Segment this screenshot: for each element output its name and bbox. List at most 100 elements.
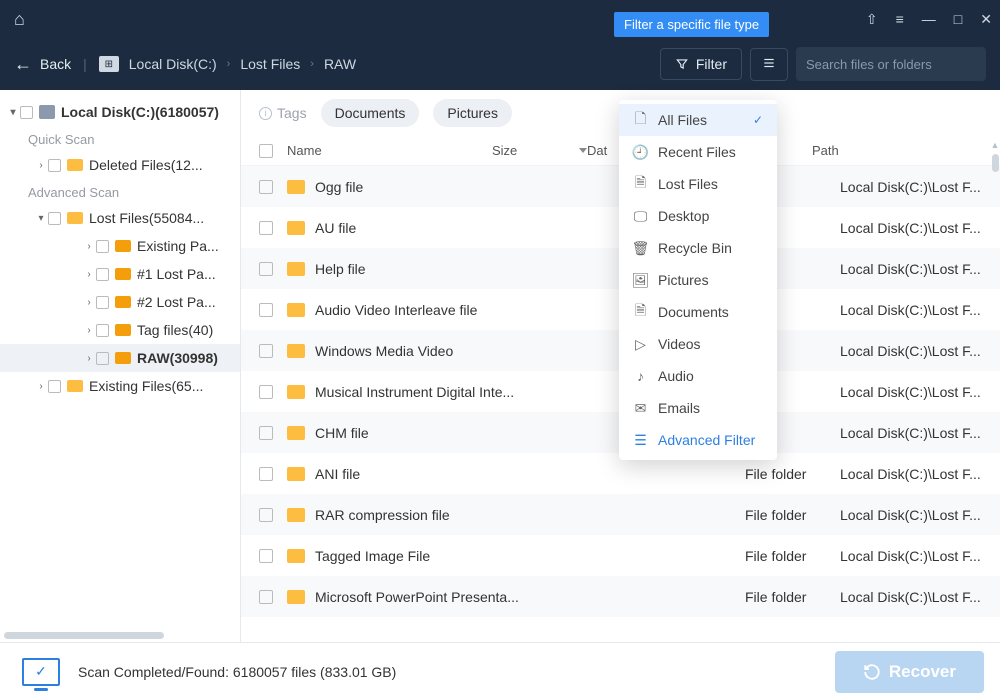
recover-button[interactable]: Recover [835,651,984,693]
audio-icon: ♪ [633,369,648,384]
file-path: Local Disk(C:)\Lost F... [840,343,982,359]
tree-deleted-files[interactable]: › Deleted Files(12... [0,151,240,179]
tree-lost-pa2[interactable]: › #2 Lost Pa... [0,288,240,316]
tree-raw[interactable]: › RAW(30998) [0,344,240,372]
file-type: File folder [745,507,840,523]
vertical-scrollbar[interactable]: ▲ [990,140,1000,640]
video-icon: ▷ [633,337,648,352]
tree-lost-pa1[interactable]: › #1 Lost Pa... [0,260,240,288]
row-checkbox[interactable] [259,467,273,481]
minimize-icon[interactable]: — [922,11,936,28]
row-checkbox[interactable] [259,508,273,522]
filter-tooltip: Filter a specific file type [614,12,769,37]
close-icon[interactable]: ✕ [980,11,992,28]
tree-tag-files[interactable]: › Tag files(40) [0,316,240,344]
folder-icon [287,221,305,235]
file-path: Local Disk(C:)\Lost F... [840,425,982,441]
tree-existing-pa[interactable]: › Existing Pa... [0,232,240,260]
folder-icon [287,426,305,440]
filter-emails[interactable]: ✉Emails [619,392,777,424]
row-checkbox[interactable] [259,385,273,399]
file-path: Local Disk(C:)\Lost F... [840,261,982,277]
scan-complete-icon: ✓ [22,658,60,686]
toolbar: ← Back | ⊞ Local Disk(C:) › Lost Files ›… [0,38,1000,90]
table-row[interactable]: Microsoft PowerPoint Presenta...File fol… [241,576,1000,617]
folder-icon [67,380,83,392]
col-size[interactable]: Size [492,143,587,158]
disk-icon: ⊞ [99,56,119,72]
row-checkbox[interactable] [259,549,273,563]
filter-videos[interactable]: ▷Videos [619,328,777,360]
folder-icon [287,344,305,358]
folder-icon [115,268,131,280]
table-row[interactable]: RAR compression fileFile folderLocal Dis… [241,494,1000,535]
share-icon[interactable]: ⇧ [866,11,878,28]
desktop-icon: 🖵 [633,209,648,224]
row-checkbox[interactable] [259,221,273,235]
tag-pictures[interactable]: Pictures [433,99,512,127]
filter-pictures[interactable]: 🖼Pictures [619,264,777,296]
file-path: Local Disk(C:)\Lost F... [840,589,982,605]
back-label: Back [40,56,71,72]
search-input[interactable] [806,57,982,72]
filter-dropdown: 🗋All Files✓ 🕘Recent Files 🗎Lost Files 🖵D… [619,100,777,460]
clock-icon: 🕘 [633,145,648,160]
filter-all-files[interactable]: 🗋All Files✓ [619,104,777,136]
row-checkbox[interactable] [259,426,273,440]
document-icon: 🗎 [633,305,648,320]
folder-icon [287,549,305,563]
filter-lost[interactable]: 🗎Lost Files [619,168,777,200]
filter-button[interactable]: Filter [660,48,742,80]
col-name[interactable]: Name [287,143,492,158]
tag-documents[interactable]: Documents [321,99,420,127]
tree-section-quickscan: Quick Scan [0,126,240,151]
file-name: RAR compression file [315,507,745,523]
file-path: Local Disk(C:)\Lost F... [840,220,982,236]
file-type: File folder [745,589,840,605]
tree-lost-files[interactable]: ▾ Lost Files(55084... [0,204,240,232]
folder-icon [287,262,305,276]
row-checkbox[interactable] [259,344,273,358]
folder-tree: ▾ Local Disk(C:)(6180057) Quick Scan › D… [0,90,240,632]
breadcrumb-1[interactable]: Lost Files [240,56,300,72]
select-all-checkbox[interactable] [259,144,273,158]
row-checkbox[interactable] [259,262,273,276]
back-button[interactable]: ← Back [14,54,71,75]
filter-recycle[interactable]: 🗑Recycle Bin [619,232,777,264]
file-path: Local Disk(C:)\Lost F... [840,466,982,482]
file-type: File folder [745,466,840,482]
filter-label: Filter [696,56,727,72]
view-list-button[interactable] [750,48,788,81]
row-checkbox[interactable] [259,180,273,194]
search-box[interactable] [796,47,986,81]
folder-icon [287,467,305,481]
filter-documents[interactable]: 🗎Documents [619,296,777,328]
file-path: Local Disk(C:)\Lost F... [840,179,982,195]
sliders-icon: ☰ [633,433,648,448]
breadcrumb-0[interactable]: Local Disk(C:) [129,56,217,72]
row-checkbox[interactable] [259,590,273,604]
folder-icon [287,385,305,399]
menu-icon[interactable]: ≡ [896,11,904,28]
sidebar-hscrollbar[interactable] [0,632,240,642]
tree-existing-files[interactable]: › Existing Files(65... [0,372,240,400]
col-path[interactable]: Path [812,143,982,158]
folder-icon [67,159,83,171]
tree-section-advancedscan: Advanced Scan [0,179,240,204]
back-arrow-icon: ← [14,54,32,75]
folder-icon [67,212,83,224]
table-row[interactable]: Tagged Image FileFile folderLocal Disk(C… [241,535,1000,576]
filter-advanced[interactable]: ☰Advanced Filter [619,424,777,456]
maximize-icon[interactable]: □ [954,11,962,28]
picture-icon: 🖼 [633,273,648,288]
row-checkbox[interactable] [259,303,273,317]
folder-icon [287,590,305,604]
home-icon[interactable]: ⌂ [14,9,25,30]
tree-root[interactable]: ▾ Local Disk(C:)(6180057) [0,98,240,126]
filter-recent[interactable]: 🕘Recent Files [619,136,777,168]
filter-desktop[interactable]: 🖵Desktop [619,200,777,232]
filter-audio[interactable]: ♪Audio [619,360,777,392]
folder-icon [287,180,305,194]
folder-icon [115,352,131,364]
breadcrumb-2[interactable]: RAW [324,56,356,72]
